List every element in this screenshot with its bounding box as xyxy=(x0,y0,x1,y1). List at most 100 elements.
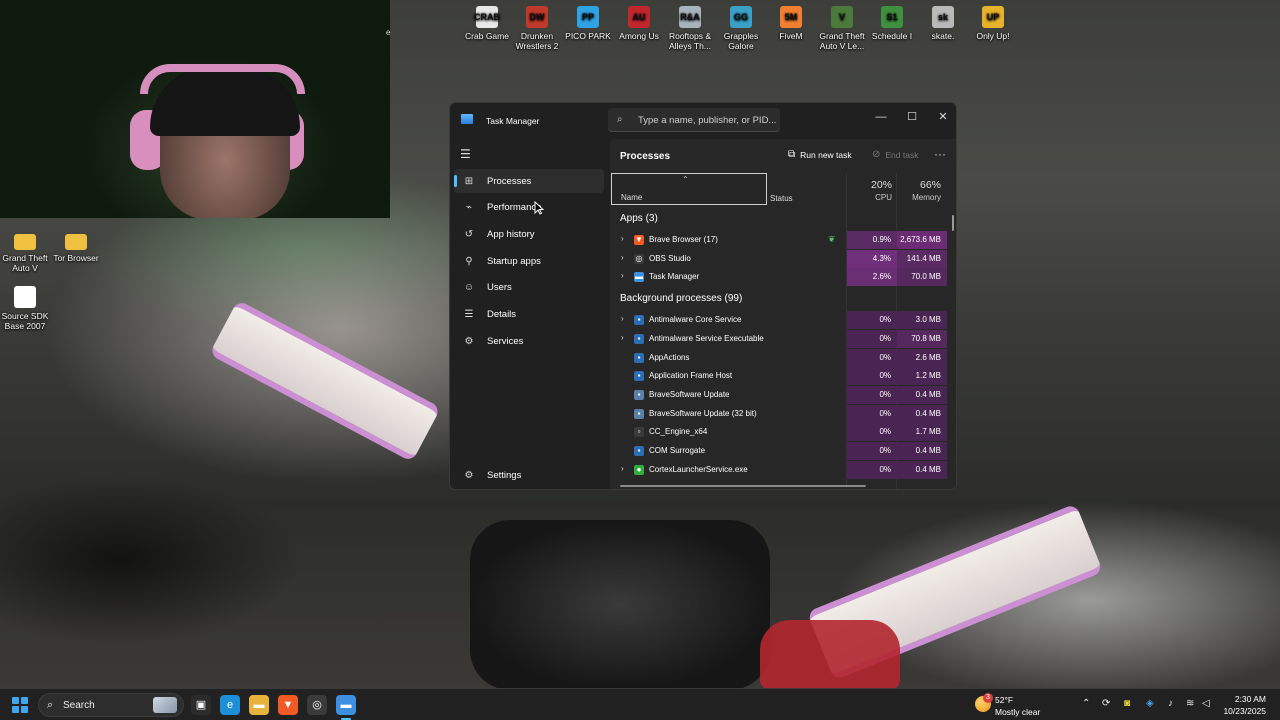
memory-label: Memory xyxy=(912,193,941,202)
webcam-overlay xyxy=(0,0,390,218)
end-task-button[interactable]: ⊘ End task xyxy=(872,149,918,160)
cpu-cell: 0% xyxy=(847,460,897,479)
table-row[interactable]: › ◎ OBS Studio 4.3% 141.4 MB xyxy=(610,249,956,268)
chevron-right-icon[interactable]: › xyxy=(621,271,624,280)
clock[interactable]: 2:30 AM 10/23/2025 xyxy=(1210,693,1266,717)
table-row[interactable]: › ● CortexLauncherService.exe 0% 0.4 MB xyxy=(610,460,956,479)
volume-icon[interactable]: ◁ xyxy=(1202,698,1210,709)
search-icon: ⌕ xyxy=(47,699,54,711)
process-icon: ▼ xyxy=(634,235,644,245)
task-manager-logo-icon xyxy=(461,114,473,124)
column-header-name[interactable]: ⌃ Name xyxy=(611,173,767,205)
task-view-icon[interactable]: ▣ xyxy=(191,695,211,715)
wifi-icon[interactable]: ≋ xyxy=(1186,698,1194,709)
maximize-button[interactable]: ☐ xyxy=(897,107,927,127)
table-row[interactable]: ▫ CC_Engine_x64 0% 1.7 MB xyxy=(610,423,956,442)
cpu-cell: 0% xyxy=(847,348,897,367)
brave-icon[interactable]: ▼ xyxy=(278,695,298,715)
memory-cell: 1.7 MB xyxy=(897,423,947,442)
chevron-up-icon[interactable]: ⌃ xyxy=(1082,698,1090,709)
sidebar-item-users[interactable]: ☺ Users xyxy=(454,276,604,300)
close-button[interactable]: ✕ xyxy=(928,107,956,127)
clock-date: 10/23/2025 xyxy=(1223,706,1266,716)
task-manager-icon[interactable]: ▬ xyxy=(336,695,356,720)
performance-icon: ⌁ xyxy=(465,202,473,214)
cpu-cell: 4.3% xyxy=(847,249,897,268)
table-row[interactable]: ▪ Application Frame Host 0% 1.2 MB xyxy=(610,367,956,386)
obs-icon[interactable]: ◎ xyxy=(307,695,327,715)
file-explorer-icon[interactable]: ▬ xyxy=(249,695,269,715)
sidebar-item-startup-apps[interactable]: ⚲ Startup apps xyxy=(454,249,604,273)
cpu-cell: 0.9% xyxy=(847,231,897,249)
cpu-cell: 0% xyxy=(847,404,897,423)
memory-cell: 2,673.6 MB xyxy=(897,231,947,249)
app-icon: S1 xyxy=(881,6,903,28)
process-name: BraveSoftware Update xyxy=(649,389,730,399)
desktop-icon[interactable]: Source SDK Base 2007 xyxy=(0,286,56,331)
search-input[interactable]: ⌕ Type a name, publisher, or PID... xyxy=(608,108,780,132)
table-row[interactable]: › ▬ Task Manager 2.6% 70.0 MB xyxy=(610,268,956,287)
hamburger-menu-icon[interactable]: ☰ xyxy=(460,147,471,161)
chevron-right-icon[interactable]: › xyxy=(621,333,624,342)
process-icon: ▪ xyxy=(634,389,644,400)
app-icon: DW xyxy=(526,6,548,28)
network-app-icon[interactable]: ◈ xyxy=(1146,698,1154,709)
column-header-cpu[interactable]: 20% CPU xyxy=(842,179,892,202)
processes-panel: Processes ⧉ Run new task ⊘ End task ··· … xyxy=(610,139,956,489)
edge-icon[interactable]: e xyxy=(220,695,240,715)
clock-time: 2:30 AM xyxy=(1234,694,1266,704)
process-name: BraveSoftware Update (32 bit) xyxy=(649,408,757,418)
table-row[interactable]: › ▪ Antimalware Service Executable 0% 70.8 M… xyxy=(610,329,956,348)
users-icon: ☺ xyxy=(463,282,475,294)
sidebar-item-settings[interactable]: ⚙ Settings xyxy=(454,463,522,487)
more-options-icon[interactable]: ··· xyxy=(934,147,946,161)
table-row[interactable]: ▪ BraveSoftware Update (32 bit) 0% 0.4 MB xyxy=(610,404,956,423)
run-new-task-button[interactable]: ⧉ Run new task xyxy=(788,149,852,160)
table-row[interactable]: ▪ BraveSoftware Update 0% 0.4 MB xyxy=(610,385,956,404)
chevron-right-icon[interactable]: › xyxy=(621,234,624,243)
process-icon: ▪ xyxy=(634,446,644,456)
chevron-right-icon[interactable]: › xyxy=(621,464,624,473)
desktop-icon[interactable]: UP Only Up! xyxy=(962,6,1024,41)
sidebar-item-app-history[interactable]: ↺ App history xyxy=(454,222,604,246)
memory-cell: 3.0 MB xyxy=(897,311,947,330)
table-row[interactable]: ▪ AppActions 0% 2.6 MB xyxy=(610,348,956,367)
microphone-icon[interactable]: ♪ xyxy=(1168,698,1173,709)
desktop-icon[interactable]: Tor Browser xyxy=(45,230,107,263)
sidebar-item-label: Startup apps xyxy=(487,255,541,267)
minimize-button[interactable]: — xyxy=(866,107,896,127)
sidebar-item-performance[interactable]: ⌁ Performance xyxy=(454,196,604,220)
horizontal-scrollbar[interactable] xyxy=(620,485,866,487)
app-tray-icon[interactable]: ◙ xyxy=(1124,698,1130,709)
start-button[interactable] xyxy=(12,697,28,713)
title-bar[interactable]: Task Manager ⌕ Type a name, publisher, o… xyxy=(450,103,956,137)
sort-up-icon: ⌃ xyxy=(682,175,689,184)
cpu-cell: 0% xyxy=(847,442,897,460)
wallpaper-shoe xyxy=(470,520,770,690)
folder-icon xyxy=(65,234,87,250)
taskbar-search[interactable]: ⌕ Search xyxy=(38,693,184,717)
table-row[interactable]: ▪ COM Surrogate 0% 0.4 MB xyxy=(610,442,956,460)
sidebar-item-services[interactable]: ⚙ Services xyxy=(454,329,604,353)
memory-cell: 70.0 MB xyxy=(897,268,947,287)
sidebar-item-details[interactable]: ☰ Details xyxy=(454,303,604,327)
headphone-band xyxy=(140,64,305,94)
table-row[interactable]: › ▪ Antimalware Core Service 0% 3.0 MB xyxy=(610,311,956,330)
app-icon: AU xyxy=(628,6,650,28)
weather-desc: Mostly clear xyxy=(995,707,1041,717)
sidebar-item-processes[interactable]: ⊞ Processes xyxy=(454,169,604,193)
search-placeholder: Type a name, publisher, or PID... xyxy=(638,115,777,126)
webcam-edge-text: e xyxy=(386,28,391,37)
chevron-right-icon[interactable]: › xyxy=(621,314,624,323)
end-task-label: End task xyxy=(885,149,919,160)
process-name: AppActions xyxy=(649,352,690,362)
memory-cell: 1.2 MB xyxy=(897,367,947,386)
column-header-memory[interactable]: 66% Memory xyxy=(891,179,941,202)
memory-cell: 0.4 MB xyxy=(897,385,947,404)
sync-icon[interactable]: ⟳ xyxy=(1102,698,1110,709)
vertical-scrollbar[interactable] xyxy=(952,215,954,231)
column-header-status[interactable]: Status xyxy=(770,194,793,203)
chevron-right-icon[interactable]: › xyxy=(621,253,624,262)
app-icon: V xyxy=(831,6,853,28)
table-row[interactable]: › ▼ Brave Browser (17) ❦ 0.9% 2,673.6 MB xyxy=(610,231,956,249)
